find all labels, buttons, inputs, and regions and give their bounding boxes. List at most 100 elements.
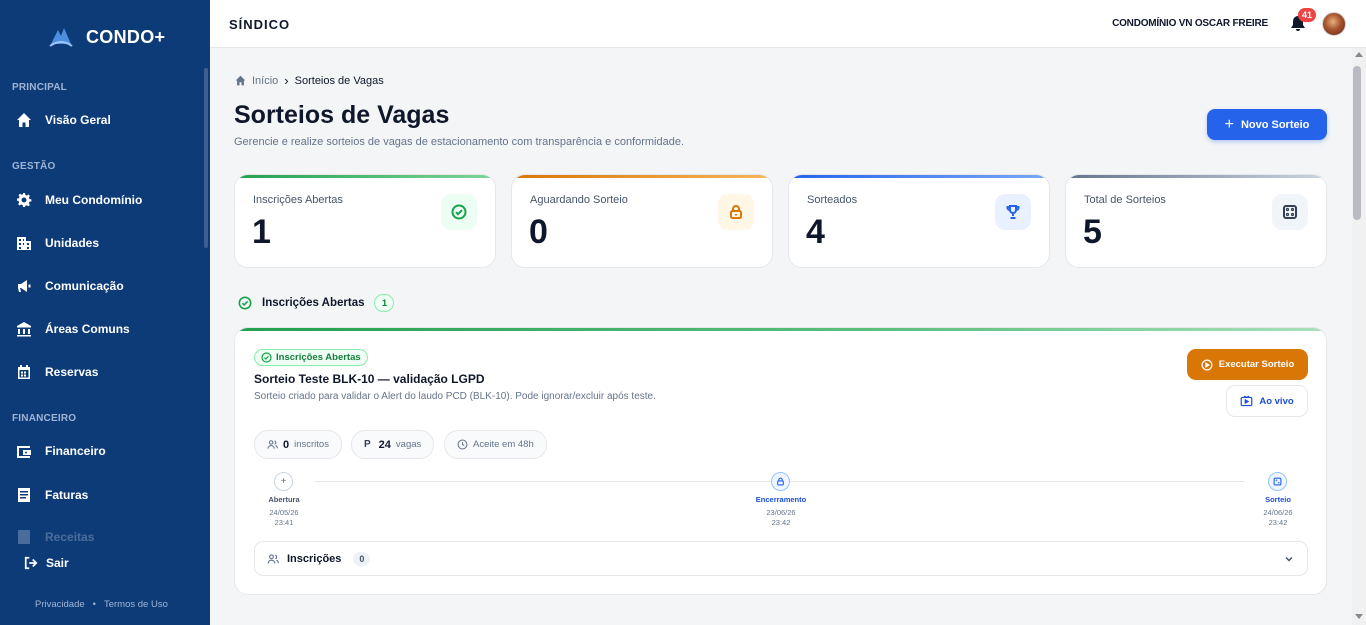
building-icon — [17, 237, 31, 250]
sidebar: CONDO+ PRINCIPAL Visão Geral GESTÃO Meu … — [0, 0, 210, 625]
sidebar-item-label: Áreas Comuns — [45, 322, 130, 336]
timeline-date-abertura: 24/05/26 23:41 — [249, 508, 319, 528]
sidebar-item-meu-condominio[interactable]: Meu Condomínio — [0, 183, 200, 217]
clock-icon — [457, 439, 468, 450]
sidebar-item-faturas[interactable]: Faturas — [0, 478, 200, 512]
aceite-label: Aceite em 48h — [473, 439, 534, 450]
stat-accent-bar — [789, 175, 1049, 178]
megaphone-icon — [18, 280, 31, 292]
timeline-label-sorteio: Sorteio — [1265, 495, 1291, 504]
sidebar-item-receitas[interactable]: Receitas — [0, 520, 200, 554]
play-circle-icon — [1201, 359, 1213, 370]
dice-icon — [1268, 472, 1287, 491]
sidebar-item-comunicacao[interactable]: Comunicação — [0, 269, 200, 303]
stat-label: Sorteados — [807, 194, 858, 206]
nav-section-principal: PRINCIPAL — [12, 82, 67, 93]
sidebar-footer: Privacidade • Termos de Uso — [35, 599, 168, 610]
stat-card-drawn: Sorteados 4 — [788, 174, 1050, 268]
stat-label: Total de Sorteios — [1084, 194, 1166, 206]
accordion-count: 0 — [353, 551, 371, 566]
breadcrumb-home[interactable]: Início — [252, 75, 278, 87]
home-icon — [17, 113, 31, 127]
sidebar-scrollbar[interactable] — [204, 68, 208, 248]
registrations-accordion[interactable]: Inscrições 0 — [254, 541, 1308, 576]
sidebar-item-label: Financeiro — [45, 444, 106, 458]
timeline-date: 24/05/26 — [269, 508, 299, 517]
logo-icon — [49, 28, 73, 47]
chip-inscritos: 0 inscritos — [254, 430, 342, 459]
plus-icon: + — [1224, 115, 1234, 133]
sidebar-item-label: Unidades — [45, 236, 100, 250]
stat-value: 5 — [1083, 213, 1102, 251]
bank-icon — [17, 322, 31, 337]
calendar-icon — [18, 365, 30, 379]
nav-section-financeiro: FINANCEIRO — [12, 413, 77, 424]
role-title: SÍNDICO — [229, 17, 291, 32]
trophy-icon — [995, 194, 1031, 230]
chip-vagas: P 24 vagas — [351, 430, 435, 459]
check-circle-icon — [238, 296, 252, 310]
stat-accent-bar — [235, 175, 495, 178]
lock-icon — [718, 194, 754, 230]
live-label: Ao vivo — [1259, 395, 1294, 407]
notifications-badge: 41 — [1297, 8, 1316, 22]
stat-value: 4 — [806, 213, 825, 251]
chevron-down-icon — [1285, 556, 1293, 562]
section-header-open: Inscrições Abertas 1 — [238, 294, 395, 312]
stat-accent-bar — [1066, 175, 1326, 178]
users-icon — [267, 440, 278, 449]
privacy-link[interactable]: Privacidade — [35, 599, 85, 610]
execute-draw-button[interactable]: Executar Sorteio — [1187, 349, 1308, 380]
execute-draw-label: Executar Sorteio — [1218, 359, 1295, 370]
dice-icon — [1272, 194, 1308, 230]
nav-section-gestao: GESTÃO — [12, 161, 56, 172]
sidebar-item-label: Comunicação — [45, 279, 124, 293]
stat-card-waiting: Aguardando Sorteio 0 — [511, 174, 773, 268]
sidebar-item-areas-comuns[interactable]: Áreas Comuns — [0, 312, 200, 346]
app-name: CONDO+ — [86, 26, 166, 47]
sidebar-item-financeiro[interactable]: Financeiro — [0, 434, 200, 468]
scroll-up-icon[interactable] — [1355, 52, 1363, 57]
sidebar-item-label: Receitas — [45, 530, 95, 544]
new-draw-button[interactable]: + Novo Sorteio — [1207, 109, 1327, 140]
chip-aceite: Aceite em 48h — [444, 430, 547, 459]
new-draw-label: Novo Sorteio — [1240, 118, 1310, 131]
draw-description: Sorteio criado para validar o Alert do l… — [254, 391, 656, 402]
stat-value: 1 — [252, 213, 271, 251]
logout-icon — [24, 556, 38, 570]
sidebar-item-visao-geral[interactable]: Visão Geral — [0, 103, 200, 137]
home-icon — [235, 75, 246, 86]
scroll-down-icon[interactable] — [1355, 614, 1363, 619]
avatar[interactable] — [1322, 12, 1346, 36]
stat-value: 0 — [529, 213, 548, 251]
vagas-count: 24 — [378, 438, 391, 451]
plus-icon: + — [274, 472, 293, 491]
timeline-label-encerramento: Encerramento — [755, 495, 807, 504]
card-accent-bar — [235, 328, 1326, 331]
live-button[interactable]: Ao vivo — [1226, 385, 1308, 417]
stat-card-total: Total de Sorteios 5 — [1065, 174, 1327, 268]
section-title: Inscrições Abertas — [262, 297, 365, 309]
app-logo[interactable]: CONDO+ — [48, 24, 165, 50]
sidebar-item-label: Faturas — [45, 488, 89, 502]
gear-icon — [17, 193, 32, 207]
terms-link[interactable]: Termos de Uso — [104, 599, 168, 610]
main-scrollbar-thumb[interactable] — [1353, 66, 1361, 220]
sidebar-item-label: Reservas — [45, 365, 99, 379]
sidebar-item-label: Visão Geral — [45, 113, 111, 127]
parking-icon: P — [364, 439, 371, 450]
section-count-badge: 1 — [374, 294, 395, 312]
sidebar-item-reservas[interactable]: Reservas — [0, 355, 200, 389]
timeline-time: 23:42 — [1268, 518, 1288, 527]
stat-card-open: Inscrições Abertas 1 — [234, 174, 496, 268]
timeline-date: 24/06/26 — [1263, 508, 1293, 517]
timeline-date-sorteio: 24/06/26 23:42 — [1243, 508, 1313, 528]
status-badge: Inscrições Abertas — [254, 349, 368, 366]
sidebar-item-unidades[interactable]: Unidades — [0, 226, 200, 260]
check-circle-icon — [261, 352, 272, 363]
condo-selector[interactable]: CONDOMÍNIO VN OSCAR FREIRE — [1112, 18, 1268, 29]
lock-icon — [771, 472, 790, 491]
breadcrumb: Início › Sorteios de Vagas — [235, 73, 384, 88]
logout-button[interactable]: Sair — [24, 556, 69, 570]
timeline-date: 23/06/26 — [766, 508, 796, 517]
